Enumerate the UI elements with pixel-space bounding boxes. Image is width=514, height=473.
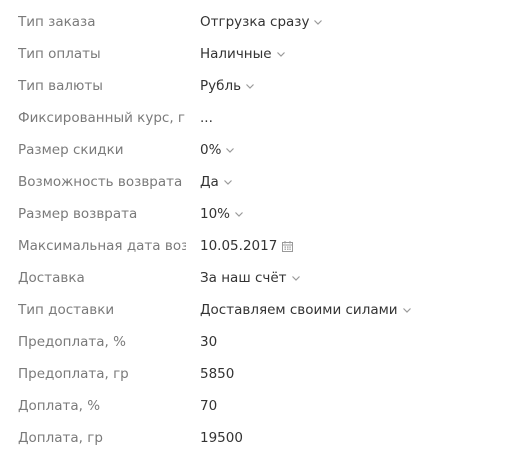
row-fixed-rate: Фиксированный курс, гр ... (0, 102, 514, 134)
chevron-down-icon (234, 209, 244, 219)
order-settings-form: Тип заказа Отгрузка сразу Тип оплаты Нал… (0, 0, 514, 473)
row-delivery-type: Тип доставки Доставляем своими силами (0, 294, 514, 326)
order-type-dropdown[interactable]: Отгрузка сразу (200, 6, 323, 38)
delivery-value: За наш счёт (200, 270, 287, 286)
row-surcharge-percent: Доплата, % 70 (0, 390, 514, 422)
prepayment-percent-label: Предоплата, % (18, 334, 126, 350)
delivery-type-label: Тип доставки (18, 302, 115, 318)
chevron-down-icon (225, 145, 235, 155)
prepayment-amount-label: Предоплата, гр (18, 366, 129, 382)
row-order-type: Тип заказа Отгрузка сразу (0, 6, 514, 38)
return-size-label: Размер возврата (18, 206, 138, 222)
delivery-type-value: Доставляем своими силами (200, 302, 398, 318)
currency-type-dropdown[interactable]: Рубль (200, 70, 255, 102)
surcharge-amount-field[interactable]: 19500 (200, 422, 243, 454)
chevron-down-icon (313, 17, 323, 27)
return-size-dropdown[interactable]: 10% (200, 198, 244, 230)
delivery-type-dropdown[interactable]: Доставляем своими силами (200, 294, 412, 326)
delivery-label: Доставка (18, 270, 85, 286)
surcharge-percent-label: Доплата, % (18, 398, 101, 414)
calendar-icon[interactable] (282, 240, 294, 252)
surcharge-amount-label: Доплата, гр (18, 430, 103, 446)
prepayment-percent-value: 30 (200, 334, 218, 350)
row-discount: Размер скидки 0% (0, 134, 514, 166)
prepayment-amount-field[interactable]: 5850 (200, 358, 234, 390)
prepayment-percent-field[interactable]: 30 (200, 326, 217, 358)
currency-type-label: Тип валюты (18, 78, 103, 94)
surcharge-percent-value: 70 (200, 398, 218, 414)
payment-type-dropdown[interactable]: Наличные (200, 38, 286, 70)
discount-label: Размер скидки (18, 142, 124, 158)
row-delivery: Доставка За наш счёт (0, 262, 514, 294)
chevron-down-icon (402, 305, 412, 315)
chevron-down-icon (291, 273, 301, 283)
fixed-rate-value: ... (200, 110, 213, 126)
chevron-down-icon (223, 177, 233, 187)
payment-type-label: Тип оплаты (18, 46, 101, 62)
fixed-rate-label: Фиксированный курс, гр (18, 110, 186, 126)
surcharge-amount-value: 19500 (200, 430, 243, 446)
delivery-dropdown[interactable]: За наш счёт (200, 262, 301, 294)
row-payment-type: Тип оплаты Наличные (0, 38, 514, 70)
max-return-date-value: 10.05.2017 (200, 238, 278, 254)
currency-type-value: Рубль (200, 78, 242, 94)
order-type-value: Отгрузка сразу (200, 14, 310, 30)
row-return-possible: Возможность возврата Да (0, 166, 514, 198)
fixed-rate-field[interactable]: ... (200, 102, 213, 134)
chevron-down-icon (245, 81, 255, 91)
row-max-return-date: Максимальная дата возврата 10.05.2017 (0, 230, 514, 262)
row-surcharge-amount: Доплата, гр 19500 (0, 422, 514, 454)
discount-value: 0% (200, 142, 222, 158)
discount-dropdown[interactable]: 0% (200, 134, 235, 166)
return-possible-label: Возможность возврата (18, 174, 183, 190)
return-possible-dropdown[interactable]: Да (200, 166, 233, 198)
max-return-date-picker[interactable]: 10.05.2017 (200, 230, 294, 262)
prepayment-amount-value: 5850 (200, 366, 235, 382)
payment-type-value: Наличные (200, 46, 272, 62)
row-return-size: Размер возврата 10% (0, 198, 514, 230)
return-possible-value: Да (200, 174, 219, 190)
max-return-date-label: Максимальная дата возврата (18, 238, 186, 254)
order-type-label: Тип заказа (18, 14, 96, 30)
return-size-value: 10% (200, 206, 231, 222)
row-prepayment-percent: Предоплата, % 30 (0, 326, 514, 358)
row-prepayment-amount: Предоплата, гр 5850 (0, 358, 514, 390)
surcharge-percent-field[interactable]: 70 (200, 390, 217, 422)
chevron-down-icon (276, 49, 286, 59)
row-currency-type: Тип валюты Рубль (0, 70, 514, 102)
